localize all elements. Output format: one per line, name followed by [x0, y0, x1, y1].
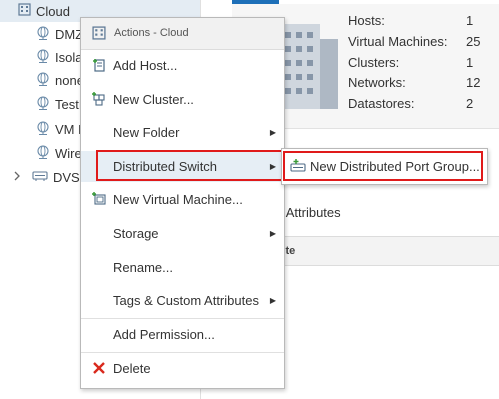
tree-item-label: Wire — [55, 145, 82, 161]
network-globe-icon — [36, 48, 50, 66]
summary-row: Hosts: 1 — [348, 13, 499, 34]
submenu-arrow-icon: ▶ — [269, 229, 276, 238]
network-globe-icon — [36, 25, 50, 43]
menu-header-title: Actions - Cloud — [114, 27, 189, 39]
menu-item-label: Storage — [113, 226, 159, 241]
add-host-icon — [93, 59, 105, 72]
actions-context-menu: Actions - Cloud Add Host... New Cluster.… — [80, 17, 285, 389]
summary-row: Virtual Machines: 25 — [348, 34, 499, 55]
menu-item-new-cluster[interactable]: New Cluster... — [81, 84, 284, 115]
summary-key: Clusters: — [348, 54, 400, 70]
tree-item-label: Cloud — [36, 3, 70, 19]
menu-item-new-virtual-machine[interactable]: New Virtual Machine... — [81, 184, 284, 215]
summary-row: Clusters: 1 — [348, 55, 499, 76]
menu-item-label: Tags & Custom Attributes — [113, 293, 259, 308]
tree-item-wire[interactable]: Wire — [36, 142, 82, 164]
menu-item-label: New Virtual Machine... — [113, 192, 243, 207]
network-globe-icon — [36, 144, 50, 162]
network-globe-icon — [36, 95, 50, 113]
summary-key: Datastores: — [348, 96, 415, 112]
menu-item-rename[interactable]: Rename... — [81, 252, 284, 283]
menu-item-add-host[interactable]: Add Host... — [81, 50, 284, 81]
highlight-annotation-box — [283, 151, 483, 181]
summary-value: 2 — [466, 96, 474, 112]
summary-row: Networks: 12 — [348, 75, 499, 96]
summary-value: 12 — [466, 75, 481, 91]
menu-item-label: Add Host... — [113, 58, 178, 73]
tree-item-isola[interactable]: Isola — [36, 46, 82, 68]
submenu-arrow-icon: ▶ — [269, 296, 276, 305]
tree-item-dmz[interactable]: DMZ — [36, 23, 83, 45]
menu-item-label: New Cluster... — [113, 92, 194, 107]
datacenter-icon — [92, 26, 106, 40]
new-vm-icon — [92, 192, 106, 205]
tree-item-dvs[interactable]: DVS — [32, 166, 80, 188]
summary-key: Virtual Machines: — [348, 33, 448, 49]
summary-key: Hosts: — [348, 13, 385, 28]
menu-item-label: Add Permission... — [113, 327, 215, 342]
distributed-switch-icon — [32, 170, 48, 185]
summary-key: Networks: — [348, 75, 406, 91]
summary-value: 25 — [466, 33, 481, 49]
menu-item-delete[interactable]: Delete — [81, 353, 284, 384]
summary-stats: Hosts: 1 Virtual Machines: 25 Clusters: 1 N… — [348, 13, 499, 117]
submenu-arrow-icon: ▶ — [269, 128, 276, 137]
new-cluster-icon — [92, 92, 105, 106]
menu-item-label: New Folder — [113, 125, 180, 140]
menu-item-add-permission[interactable]: Add Permission... — [81, 319, 284, 350]
chevron-right-icon[interactable] — [13, 170, 23, 182]
menu-header: Actions - Cloud — [81, 18, 284, 50]
datacenter-icon — [18, 3, 31, 19]
menu-item-label: Rename... — [113, 260, 173, 275]
network-globe-icon — [36, 71, 50, 89]
menu-item-new-folder[interactable]: New Folder ▶ — [81, 117, 284, 148]
menu-item-label: Delete — [113, 361, 151, 376]
summary-value: 1 — [466, 54, 474, 70]
menu-item-tags-custom-attributes[interactable]: Tags & Custom Attributes ▶ — [81, 285, 284, 316]
tree-item-label: Isola — [55, 49, 83, 65]
highlight-annotation-box — [96, 150, 284, 181]
tree-item-none[interactable]: none — [36, 69, 84, 91]
tree-item-label: DVS — [53, 169, 80, 185]
network-globe-icon — [36, 120, 50, 138]
menu-item-storage[interactable]: Storage ▶ — [81, 218, 284, 249]
summary-value: 1 — [466, 13, 474, 28]
tree-item-label: DMZ — [55, 26, 84, 42]
delete-icon — [93, 362, 105, 374]
summary-row: Datastores: 2 — [348, 96, 499, 117]
